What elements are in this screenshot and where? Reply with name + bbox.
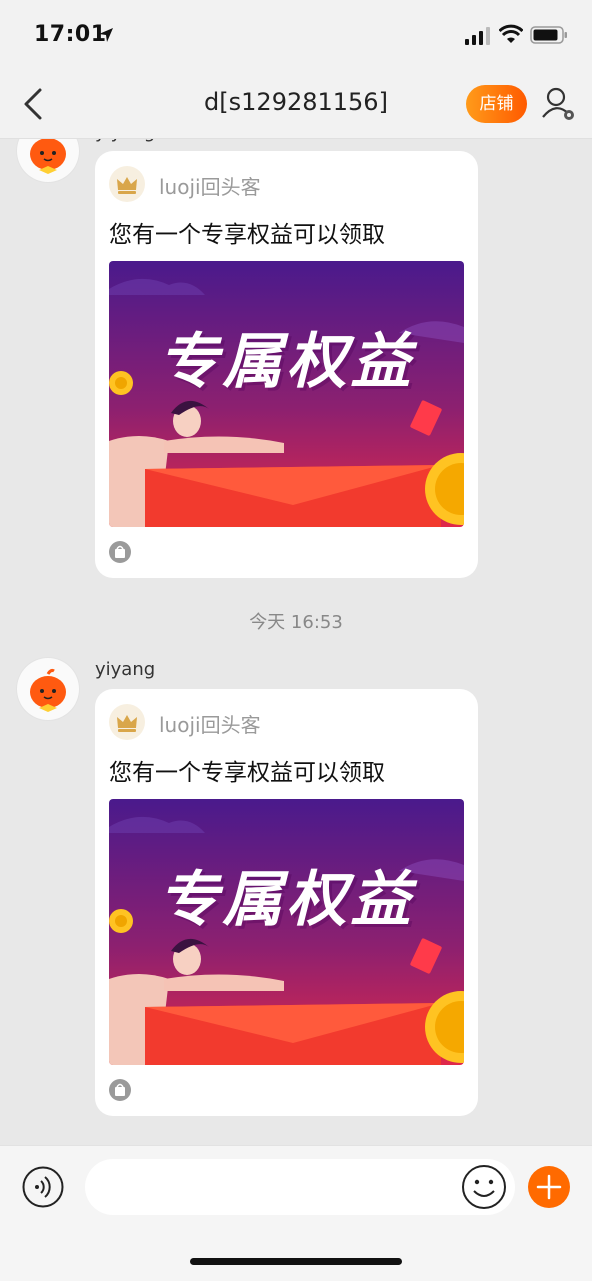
promo-banner-title: 专属权益 bbox=[158, 865, 415, 935]
cellular-signal-icon bbox=[465, 27, 490, 45]
benefit-card[interactable]: luoji回头客 您有一个专享权益可以领取 专属权益 bbox=[95, 689, 478, 1116]
emoji-icon[interactable] bbox=[461, 1164, 507, 1210]
crown-icon bbox=[109, 166, 145, 202]
location-arrow-icon bbox=[99, 28, 113, 42]
promo-banner-title: 专属权益 bbox=[158, 327, 415, 397]
message-list[interactable]: yiyang luoji回头客 您有一个专享权益可以领取 bbox=[0, 0, 592, 1145]
message-timestamp: 今天 16:53 bbox=[249, 612, 343, 633]
wifi-icon bbox=[499, 24, 523, 43]
crown-icon bbox=[109, 704, 145, 740]
shop-bag-icon bbox=[109, 1079, 131, 1101]
sender-name: yiyang bbox=[95, 659, 156, 680]
plus-icon bbox=[536, 1174, 562, 1200]
user-settings-icon[interactable] bbox=[539, 84, 577, 124]
chat-header: d[s129281156] 店铺 bbox=[0, 70, 592, 139]
status-time: 17:01 bbox=[34, 22, 107, 47]
benefit-card[interactable]: luoji回头客 您有一个专享权益可以领取 专属权益 bbox=[95, 151, 478, 578]
sender-avatar[interactable] bbox=[17, 658, 79, 720]
card-source-label: luoji回头客 bbox=[159, 175, 261, 199]
card-message-text: 您有一个专享权益可以领取 bbox=[109, 760, 385, 786]
more-actions-button[interactable] bbox=[528, 1166, 570, 1208]
message-input[interactable] bbox=[85, 1159, 515, 1215]
shop-button[interactable]: 店铺 bbox=[466, 85, 527, 123]
home-indicator bbox=[190, 1258, 402, 1265]
voice-input-icon[interactable] bbox=[22, 1166, 64, 1208]
status-bar: 17:01 bbox=[0, 0, 592, 70]
shop-bag-icon bbox=[109, 541, 131, 563]
mascot-avatar-icon bbox=[30, 668, 66, 712]
battery-icon bbox=[530, 26, 567, 44]
promo-banner[interactable]: 专属权益 bbox=[109, 261, 464, 527]
card-message-text: 您有一个专享权益可以领取 bbox=[109, 222, 385, 248]
card-source-label: luoji回头客 bbox=[159, 713, 261, 737]
promo-banner[interactable]: 专属权益 bbox=[109, 799, 464, 1065]
